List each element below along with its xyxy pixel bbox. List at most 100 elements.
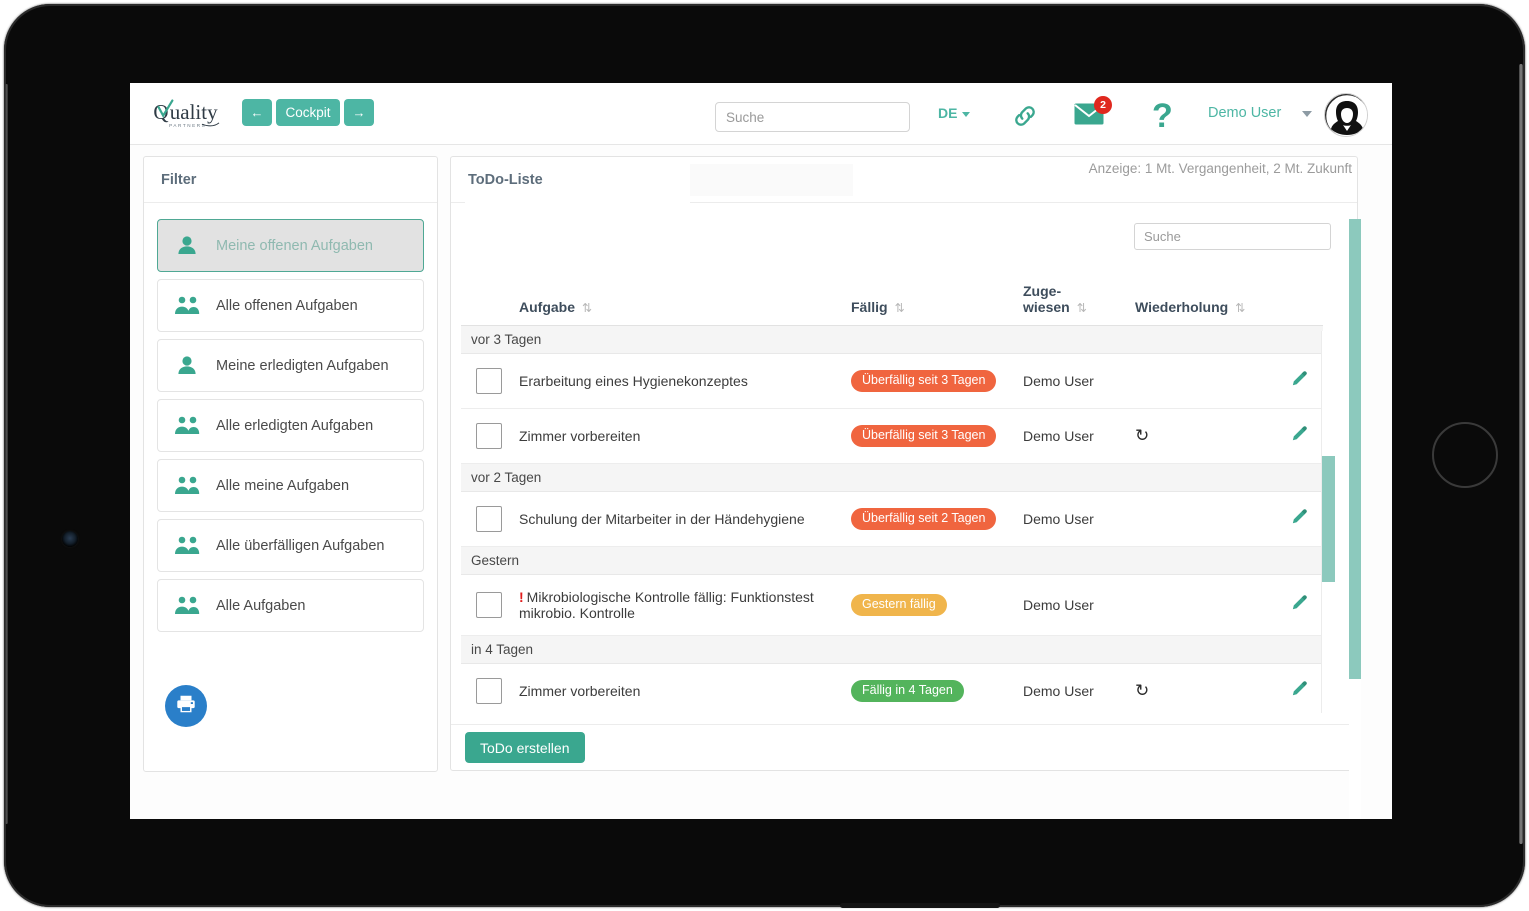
sidebar-item-meine-offenen-aufgaben[interactable]: Meine offenen Aufgaben — [157, 219, 424, 272]
device-front-camera — [62, 531, 78, 547]
cell-checkbox — [461, 408, 519, 464]
device-speaker — [840, 903, 1000, 908]
group-header-row: Gestern — [461, 546, 1324, 575]
global-search-input[interactable] — [715, 102, 910, 132]
panel-header: ToDo-Liste Anzeige: 1 Mt. Vergangenheit,… — [451, 157, 1357, 203]
cell-assigned: Demo User — [1023, 663, 1135, 718]
table-row[interactable]: Schulung der Mitarbeiter in der Händehyg… — [461, 491, 1324, 547]
sidebar-item-alle-aufgaben[interactable]: Alle Aufgaben — [157, 579, 424, 632]
status-badge: Gestern fällig — [851, 594, 947, 616]
status-badge: Fällig in 4 Tagen — [851, 680, 964, 702]
task-checkbox[interactable] — [476, 506, 502, 532]
filter-sidebar: Filter Meine offenen Aufgaben Alle offen… — [143, 156, 438, 772]
column-label: Fällig — [851, 299, 888, 315]
cell-assigned: Demo User — [1023, 574, 1135, 636]
table-search-input[interactable] — [1134, 223, 1331, 250]
cell-task: Zimmer vorbereiten — [519, 408, 851, 464]
sidebar-item-label: Meine offenen Aufgaben — [216, 237, 373, 254]
sidebar-item-label: Alle meine Aufgaben — [216, 477, 350, 494]
chevron-down-icon[interactable] — [1302, 111, 1312, 117]
table-row[interactable]: Zimmer vorbereiten Überfällig seit 3 Tag… — [461, 408, 1324, 464]
column-header-faellig[interactable]: Fällig ⇅ — [851, 263, 1023, 326]
cell-due: Überfällig seit 3 Tagen — [851, 408, 1023, 464]
column-label-line1: Zuge- — [1023, 283, 1062, 299]
group-label: vor 2 Tagen — [461, 463, 1324, 492]
repeat-icon[interactable]: ↻ — [1135, 681, 1149, 700]
quality-partners-logo[interactable]: Q uality PARTNERS — [152, 96, 244, 134]
sidebar-item-alle-erledigten-aufgaben[interactable]: Alle erledigten Aufgaben — [157, 399, 424, 452]
user-menu-label[interactable]: Demo User — [1208, 105, 1281, 121]
tab-todo-liste[interactable]: ToDo-Liste — [465, 157, 690, 203]
messages-button[interactable]: 2 — [1074, 96, 1112, 132]
table-scrollbar[interactable] — [1321, 331, 1335, 713]
column-header-aufgabe[interactable]: Aufgabe ⇅ — [519, 263, 851, 326]
column-label: Wiederholung — [1135, 299, 1229, 315]
task-checkbox[interactable] — [476, 368, 502, 394]
sort-icon[interactable]: ⇅ — [895, 301, 905, 315]
group-header-row: in 4 Tagen — [461, 635, 1324, 664]
sidebar-item-alle-ueberfaelligen-aufgaben[interactable]: Alle überfälligen Aufgaben — [157, 519, 424, 572]
sidebar-item-alle-meine-aufgaben[interactable]: Alle meine Aufgaben — [157, 459, 424, 512]
cell-edit — [1253, 408, 1324, 464]
page-scrollbar-thumb[interactable] — [1349, 219, 1361, 679]
nav-forward-button[interactable]: → — [344, 99, 374, 126]
pencil-icon[interactable] — [1290, 426, 1309, 447]
nav-back-button[interactable]: ← — [242, 99, 272, 126]
sidebar-item-alle-offenen-aufgaben[interactable]: Alle offenen Aufgaben — [157, 279, 424, 332]
sort-icon[interactable]: ⇅ — [1235, 301, 1245, 315]
task-checkbox[interactable] — [476, 678, 502, 704]
pencil-icon[interactable] — [1290, 595, 1309, 616]
filter-header: Filter — [144, 157, 437, 203]
language-selector[interactable]: DE — [938, 105, 971, 121]
task-text: Mikrobiologische Kontrolle fällig: Funkt… — [519, 589, 814, 621]
cell-checkbox — [461, 574, 519, 636]
chevron-down-icon — [962, 111, 971, 117]
sidebar-item-label: Meine erledigten Aufgaben — [216, 357, 389, 374]
create-todo-button[interactable]: ToDo erstellen — [465, 732, 585, 763]
sidebar-item-meine-erledigten-aufgaben[interactable]: Meine erledigten Aufgaben — [157, 339, 424, 392]
pencil-icon[interactable] — [1290, 371, 1309, 392]
sort-icon[interactable]: ⇅ — [582, 301, 592, 315]
status-badge: Überfällig seit 3 Tagen — [851, 370, 997, 392]
top-navigation-bar: Q uality PARTNERS ← Cockpit → DE — [130, 83, 1392, 145]
group-users-icon — [174, 295, 204, 317]
language-label: DE — [938, 105, 958, 121]
table-row[interactable]: Erarbeitung eines Hygienekonzeptes Überf… — [461, 353, 1324, 409]
task-checkbox[interactable] — [476, 592, 502, 618]
cell-edit — [1253, 491, 1324, 547]
group-label: in 4 Tagen — [461, 635, 1324, 664]
svg-text:PARTNERS: PARTNERS — [169, 123, 206, 128]
app-screen: Q uality PARTNERS ← Cockpit → DE — [130, 83, 1392, 819]
page-scrollbar[interactable] — [1349, 219, 1361, 819]
help-icon[interactable]: ? — [1152, 97, 1173, 135]
device-home-button[interactable] — [1432, 422, 1498, 488]
cell-repetition: ↻ — [1135, 663, 1253, 718]
status-badge: Überfällig seit 3 Tagen — [851, 425, 997, 447]
pencil-icon[interactable] — [1290, 681, 1309, 702]
panel-footer: ToDo erstellen — [451, 724, 1357, 770]
cell-repetition — [1135, 574, 1253, 636]
table-row[interactable]: Zimmer vorbereiten Fällig in 4 Tagen Dem… — [461, 663, 1324, 718]
group-users-icon — [174, 535, 204, 557]
print-button[interactable] — [165, 685, 207, 727]
todo-panel: ToDo-Liste Anzeige: 1 Mt. Vergangenheit,… — [450, 156, 1358, 771]
pencil-icon[interactable] — [1290, 509, 1309, 530]
table-header-row: Aufgabe ⇅ Fällig ⇅ Zuge- wiesen ⇅ Wieder… — [461, 263, 1324, 326]
cell-due: Gestern fällig — [851, 574, 1023, 636]
cell-due: Fällig in 4 Tagen — [851, 663, 1023, 718]
table-scrollbar-thumb[interactable] — [1322, 456, 1335, 582]
sort-icon[interactable]: ⇅ — [1077, 301, 1087, 315]
column-label: Aufgabe — [519, 299, 575, 315]
cockpit-button[interactable]: Cockpit — [276, 99, 340, 126]
column-header-wiederholung[interactable]: Wiederholung ⇅ — [1135, 263, 1324, 326]
table-row[interactable]: ! Mikrobiologische Kontrolle fällig: Funk… — [461, 574, 1324, 636]
repeat-icon[interactable]: ↻ — [1135, 426, 1149, 445]
panel-tab-label: ToDo-Liste — [468, 172, 543, 188]
column-header-zugewiesen[interactable]: Zuge- wiesen ⇅ — [1023, 263, 1135, 326]
cell-checkbox — [461, 663, 519, 718]
task-checkbox[interactable] — [476, 423, 502, 449]
page-content: Filter Meine offenen Aufgaben Alle offen… — [130, 145, 1392, 819]
link-icon[interactable] — [1010, 101, 1040, 131]
filter-list: Meine offenen Aufgaben Alle offenen Aufg… — [144, 203, 437, 632]
avatar[interactable] — [1324, 93, 1368, 137]
